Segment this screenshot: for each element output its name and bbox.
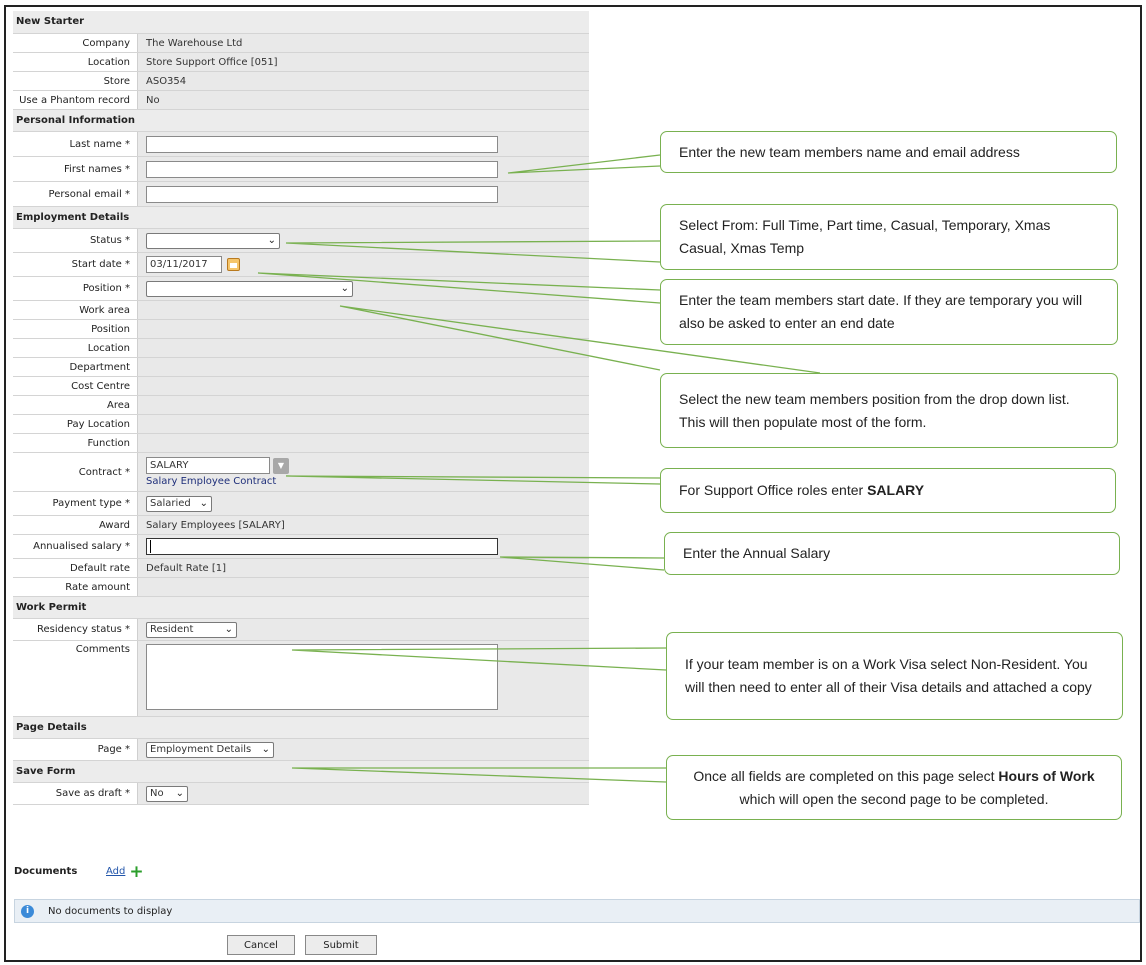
documents-title: Documents [14, 866, 78, 877]
connector-salary [499, 556, 665, 571]
cancel-button[interactable]: Cancel [227, 935, 295, 955]
callout-salary: Enter the Annual Salary [664, 532, 1120, 575]
add-document-link[interactable]: Add [106, 866, 125, 877]
connector-residency [291, 647, 667, 671]
info-icon: i [21, 904, 34, 918]
callout-position: Select the new team members position fro… [660, 373, 1118, 448]
plus-icon[interactable]: + [129, 863, 143, 880]
connector-start-date [257, 272, 661, 304]
callout-start-date: Enter the team members start date. If th… [660, 279, 1118, 345]
connector-status [285, 240, 661, 263]
callout-name-email: Enter the new team members name and emai… [660, 131, 1117, 173]
connector-name-email [507, 154, 661, 174]
callout-status: Select From: Full Time, Part time, Casua… [660, 204, 1118, 270]
no-documents-banner: i No documents to display [14, 899, 1140, 923]
connector-page [291, 767, 667, 783]
callout-residency: If your team member is on a Work Visa se… [666, 632, 1123, 720]
callout-page: Once all fields are completed on this pa… [666, 755, 1122, 820]
submit-button[interactable]: Submit [305, 935, 377, 955]
documents-header: Documents Add + [14, 863, 144, 880]
callout-contract: For Support Office roles enter SALARY [660, 468, 1116, 513]
connector-contract [285, 475, 661, 485]
no-documents-message: No documents to display [48, 905, 173, 917]
